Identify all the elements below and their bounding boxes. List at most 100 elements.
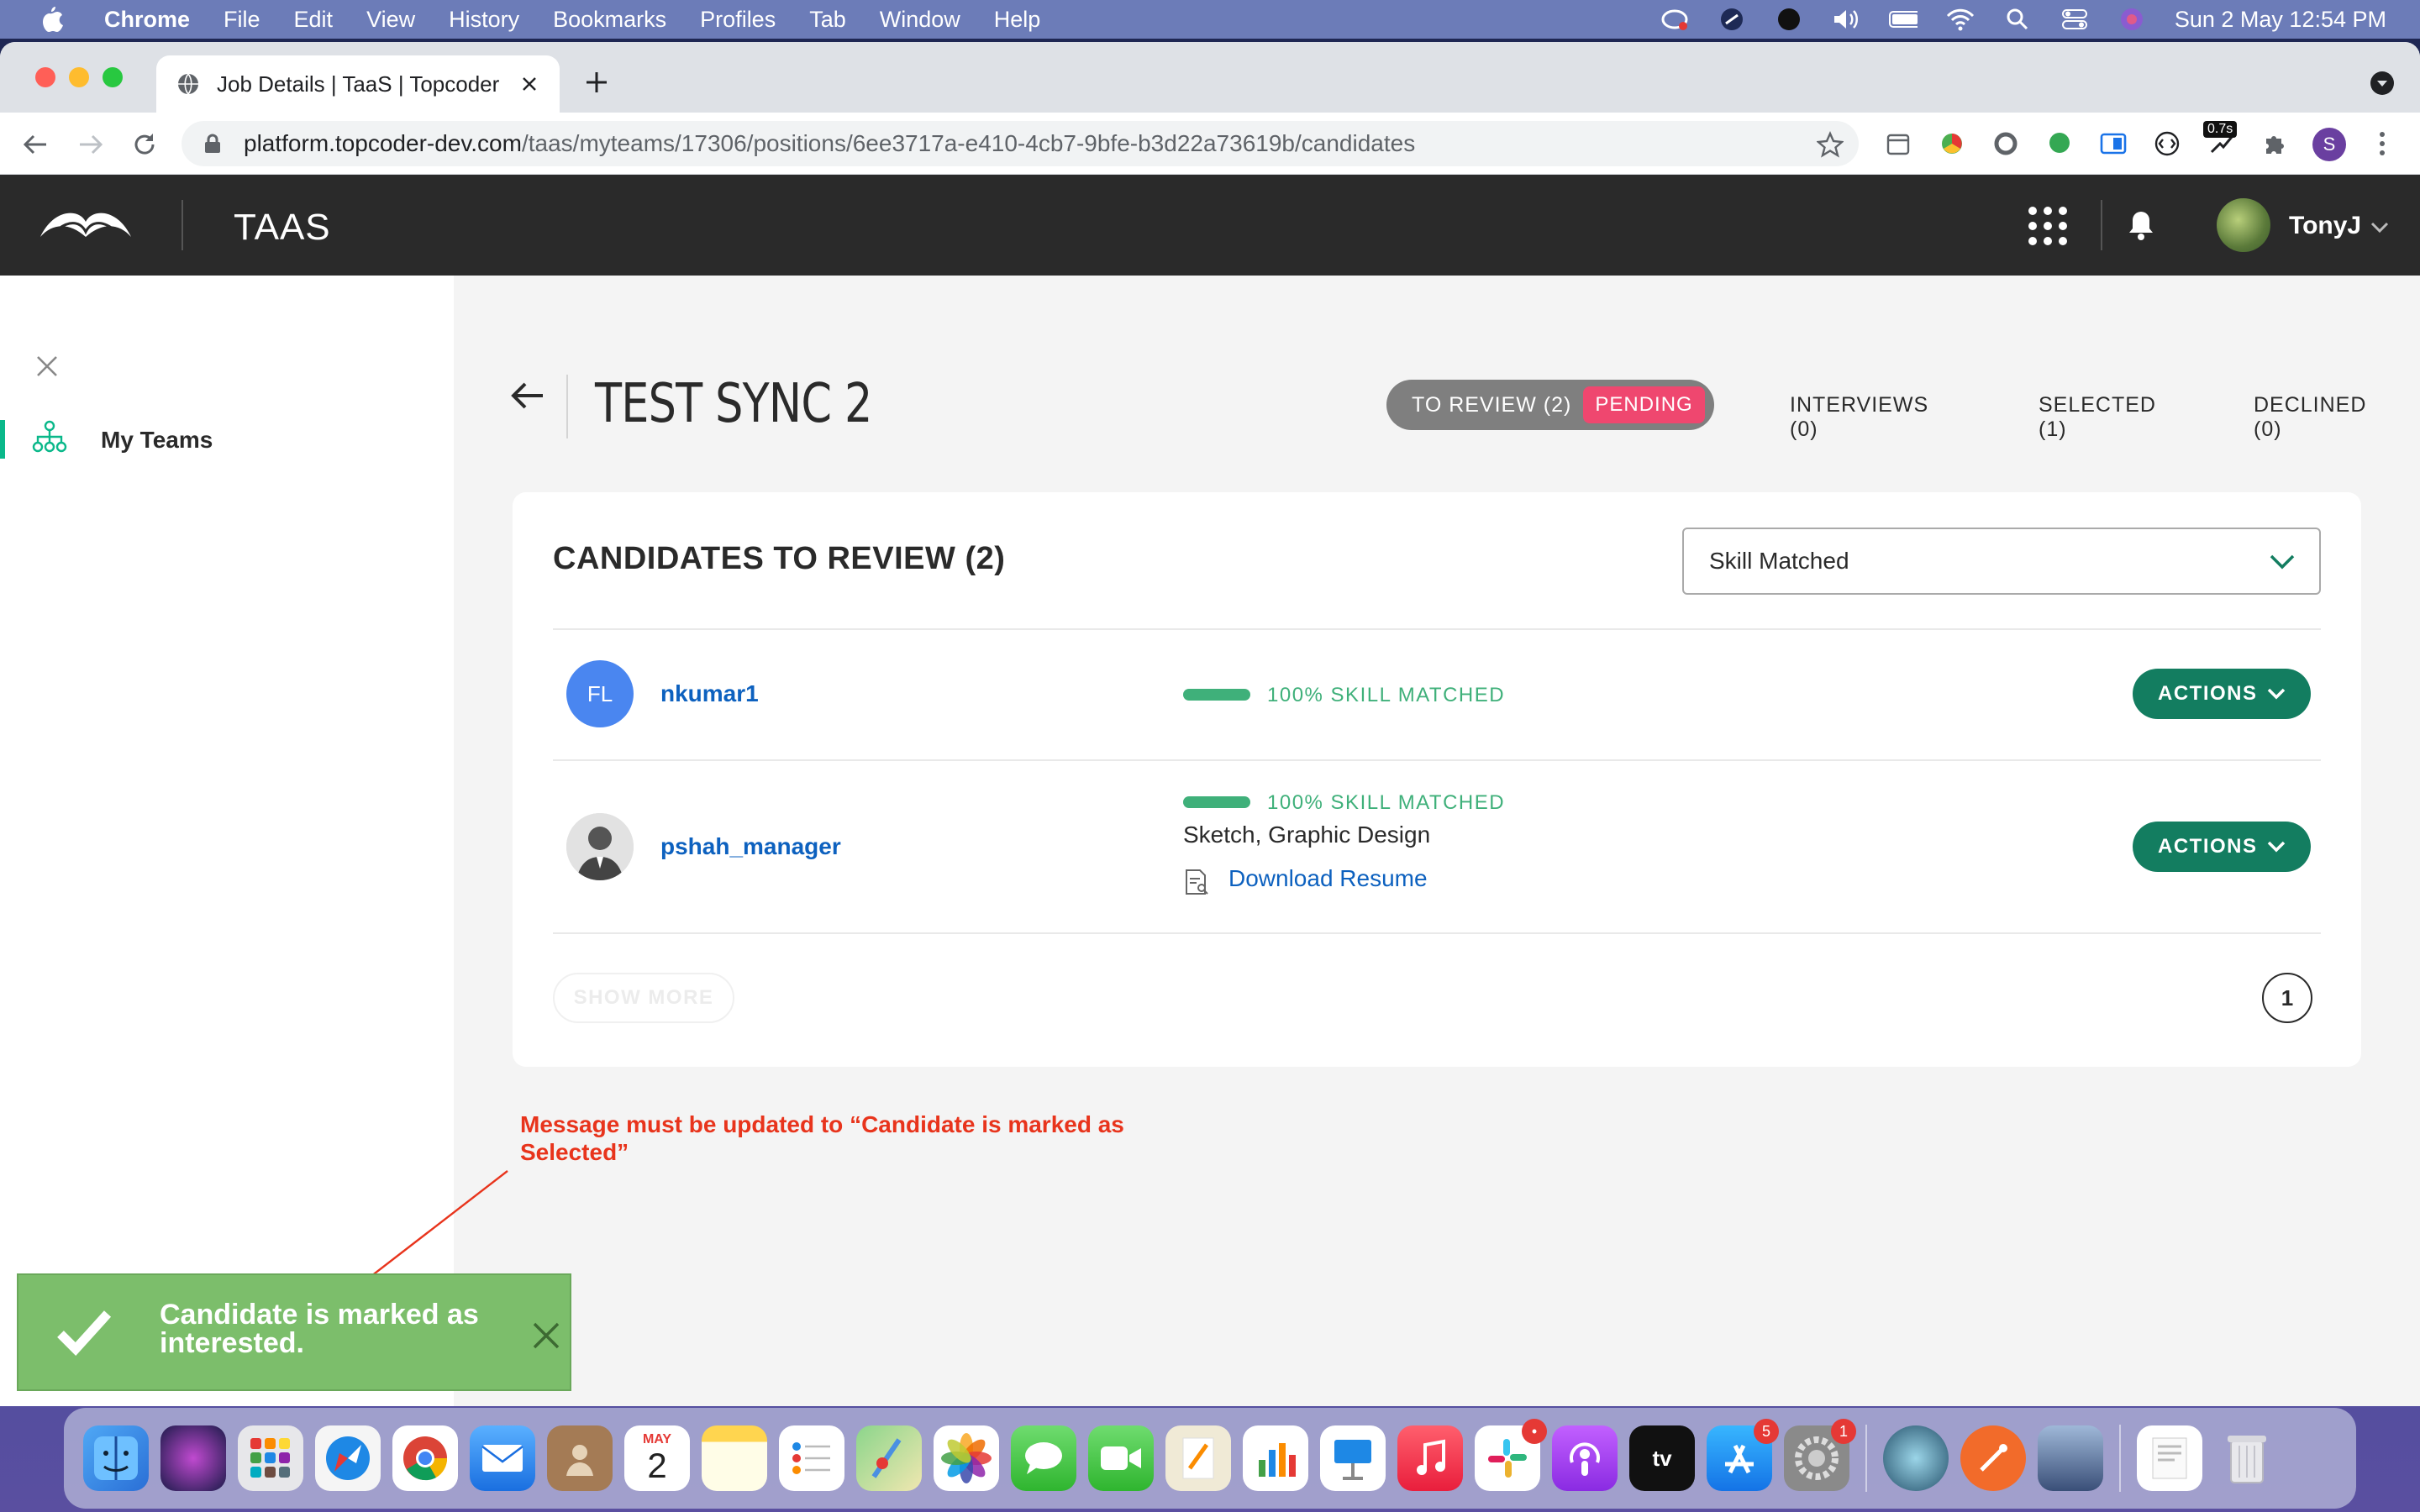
pagination-page[interactable]: 1	[2262, 973, 2312, 1023]
menu-bookmarks[interactable]: Bookmarks	[553, 7, 666, 33]
menu-file[interactable]: File	[224, 7, 260, 33]
tab-search-icon[interactable]	[2370, 71, 2395, 96]
reminders-icon[interactable]	[779, 1425, 844, 1491]
close-tab-icon[interactable]	[518, 72, 541, 96]
extension-colorful-icon[interactable]	[1938, 129, 1966, 158]
menu-app-name[interactable]: Chrome	[104, 7, 190, 33]
app-switcher-grid-icon[interactable]	[2027, 205, 2069, 247]
podcasts-icon[interactable]	[1552, 1425, 1618, 1491]
candidate-handle-link[interactable]: nkumar1	[660, 680, 759, 707]
siri-app-icon[interactable]	[160, 1425, 226, 1491]
apple-menu-icon[interactable]	[32, 0, 71, 39]
menu-edit[interactable]: Edit	[294, 7, 334, 33]
notification-bell-icon[interactable]	[2126, 208, 2156, 242]
calendar-icon[interactable]: MAY 2	[624, 1425, 690, 1491]
numbers-icon[interactable]	[1243, 1425, 1308, 1491]
back-icon[interactable]	[20, 129, 50, 160]
app-store-icon[interactable]: 5	[1707, 1419, 1779, 1491]
volume-icon[interactable]	[1832, 5, 1860, 34]
user-name[interactable]: TonyJ	[2289, 212, 2361, 240]
finder-icon[interactable]	[83, 1425, 149, 1491]
photos-icon[interactable]	[934, 1425, 999, 1491]
window-zoom-button[interactable]	[103, 67, 123, 87]
mail-icon[interactable]	[470, 1425, 535, 1491]
extension-blue-icon[interactable]	[2099, 129, 2128, 158]
actions-button[interactable]: ACTIONS	[2133, 822, 2311, 872]
spotlight-search-icon[interactable]	[2003, 5, 2032, 34]
chrome-icon[interactable]	[392, 1425, 458, 1491]
facetime-icon[interactable]	[1088, 1425, 1154, 1491]
menu-window[interactable]: Window	[880, 7, 960, 33]
extensions-puzzle-icon[interactable]	[2260, 129, 2289, 158]
tab-to-review-label: TO REVIEW (2)	[1412, 392, 1572, 417]
window-close-button[interactable]	[35, 67, 55, 87]
chevron-down-icon	[2267, 841, 2286, 853]
show-more-button[interactable]: SHOW MORE	[553, 973, 734, 1023]
menu-profiles[interactable]: Profiles	[700, 7, 776, 33]
extension-code-icon[interactable]	[2153, 129, 2181, 158]
recording-app-icon[interactable]	[1883, 1425, 1949, 1491]
slack-icon[interactable]: •	[1475, 1419, 1547, 1491]
new-tab-icon[interactable]	[581, 67, 612, 97]
safari-icon[interactable]	[315, 1425, 381, 1491]
postman-icon[interactable]	[1960, 1425, 2026, 1491]
maps-icon[interactable]	[856, 1425, 922, 1491]
dark-app-icon[interactable]	[1775, 5, 1803, 34]
menubar-clock[interactable]: Sun 2 May 12:54 PM	[2175, 7, 2386, 33]
preview-icon[interactable]	[2038, 1425, 2103, 1491]
tab-interviews[interactable]: INTERVIEWS (0)	[1790, 393, 1928, 442]
tab-declined[interactable]: DECLINED (0)	[2254, 393, 2366, 442]
battery-icon[interactable]	[1888, 5, 1918, 34]
siri-icon[interactable]	[2118, 5, 2146, 34]
creative-cloud-icon[interactable]	[1660, 5, 1689, 34]
notes-icon[interactable]	[702, 1425, 767, 1491]
menu-help[interactable]: Help	[994, 7, 1041, 33]
keynote-icon[interactable]	[1320, 1425, 1386, 1491]
candidate-handle-link[interactable]: pshah_manager	[660, 833, 841, 860]
candidate-initials-avatar: FL	[566, 660, 634, 727]
apple-tv-icon[interactable]: tv	[1629, 1425, 1695, 1491]
download-resume-link[interactable]: Download Resume	[1228, 865, 1428, 892]
forward-icon[interactable]	[76, 129, 106, 160]
back-arrow-icon[interactable]	[511, 381, 544, 410]
browser-tab-title: Job Details | TaaS | Topcoder	[217, 71, 500, 97]
chevron-down-icon	[2267, 688, 2286, 700]
tab-to-review[interactable]: TO REVIEW (2) PENDING	[1386, 380, 1714, 430]
sidebar-close-icon[interactable]	[35, 354, 59, 378]
reload-icon[interactable]	[129, 129, 160, 160]
toast-close-icon[interactable]	[531, 1320, 561, 1351]
messages-icon[interactable]	[1011, 1425, 1076, 1491]
trash-icon[interactable]	[2214, 1425, 2280, 1491]
address-bar[interactable]: platform.topcoder-dev.com/taas/myteams/1…	[182, 121, 1859, 166]
url-path: /taas/myteams/17306/positions/6ee3717a-e…	[521, 130, 1416, 156]
actions-button[interactable]: ACTIONS	[2133, 669, 2311, 719]
downloads-stack-icon[interactable]	[2137, 1425, 2202, 1491]
pages-icon[interactable]	[1165, 1425, 1231, 1491]
launchpad-icon[interactable]	[238, 1425, 303, 1491]
control-center-icon[interactable]	[2060, 5, 2089, 34]
toast-message: Candidate is marked as interested.	[160, 1299, 479, 1359]
more-menu-icon[interactable]	[2368, 129, 2396, 158]
menu-history[interactable]: History	[449, 7, 519, 33]
sidebar-item-my-teams[interactable]: My Teams	[0, 413, 454, 464]
user-menu-chevron-icon[interactable]	[2370, 217, 2390, 237]
topcoder-logo-icon[interactable]	[37, 203, 134, 247]
music-icon[interactable]	[1397, 1425, 1463, 1491]
tab-selected[interactable]: SELECTED (1)	[2039, 393, 2156, 442]
sort-dropdown[interactable]: Skill Matched	[1682, 528, 2321, 595]
card-title: CANDIDATES TO REVIEW (2)	[553, 541, 1006, 576]
vpn-icon[interactable]	[1718, 5, 1746, 34]
browser-tab-active[interactable]: Job Details | TaaS | Topcoder	[156, 55, 560, 113]
window-minimize-button[interactable]	[69, 67, 89, 87]
menu-tab[interactable]: Tab	[809, 7, 846, 33]
wifi-icon[interactable]	[1946, 5, 1975, 34]
extension-chat-icon[interactable]	[2045, 129, 2074, 158]
menu-view[interactable]: View	[366, 7, 415, 33]
extension-ring-icon[interactable]	[1991, 129, 2020, 158]
contacts-icon[interactable]	[547, 1425, 613, 1491]
user-avatar[interactable]	[2217, 198, 2270, 252]
profile-avatar[interactable]: S	[2312, 128, 2346, 161]
extension-calendar-icon[interactable]	[1884, 129, 1912, 158]
bookmark-star-icon[interactable]	[1817, 131, 1844, 158]
system-preferences-icon[interactable]: 1	[1784, 1419, 1856, 1491]
